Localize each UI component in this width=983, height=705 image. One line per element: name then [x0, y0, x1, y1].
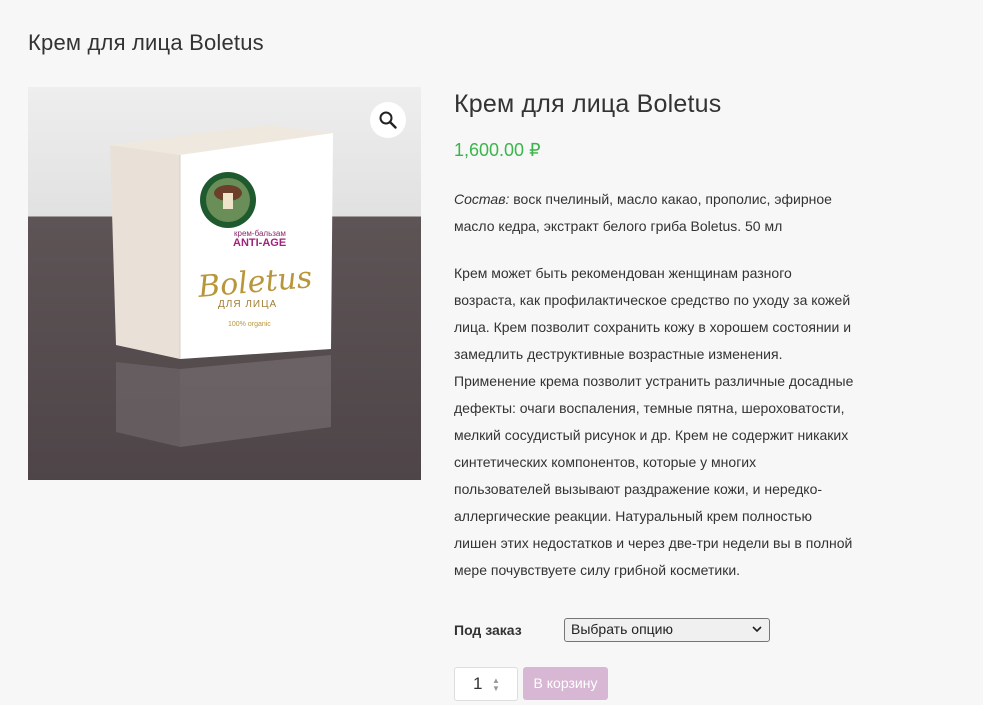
zoom-button[interactable] [370, 102, 406, 138]
composition-label: Состав: [454, 191, 510, 207]
variation-row: Под заказ Выбрать опцию [454, 618, 854, 644]
variation-selected: Выбрать опцию [571, 621, 673, 637]
product-description: Крем может быть рекомендован женщинам ра… [454, 265, 854, 578]
composition: Состав: воск пчелиный, масло какао, проп… [454, 186, 854, 240]
variation-label: Под заказ [454, 622, 522, 638]
chevron-down-icon [752, 626, 762, 633]
packaging-organic: 100% organic [228, 321, 271, 328]
quantity-spinner-icon[interactable]: ▲ ▼ [492, 677, 502, 693]
page-title: Крем для лица Boletus [28, 30, 264, 55]
product-gallery[interactable]: крем-бальзам ANTI-AGE Boletus ДЛЯ ЛИЦА 1… [28, 87, 421, 480]
packaging-subtitle: ДЛЯ ЛИЦА [218, 299, 278, 310]
product-price: 1,600.00 ₽ [454, 140, 541, 160]
variation-select[interactable]: Выбрать опцию [564, 618, 770, 642]
quantity-input[interactable]: 1 [454, 667, 518, 701]
add-to-cart-button[interactable]: В корзину [523, 667, 608, 700]
product-summary: Крем для лица Boletus 1,600.00 ₽ Состав:… [454, 87, 854, 584]
magnifier-icon [379, 111, 397, 129]
packaging-label-antiage: ANTI-AGE [233, 237, 287, 249]
product-title: Крем для лица Boletus [454, 90, 722, 118]
composition-text: воск пчелиный, масло какао, прополис, эф… [454, 191, 832, 234]
